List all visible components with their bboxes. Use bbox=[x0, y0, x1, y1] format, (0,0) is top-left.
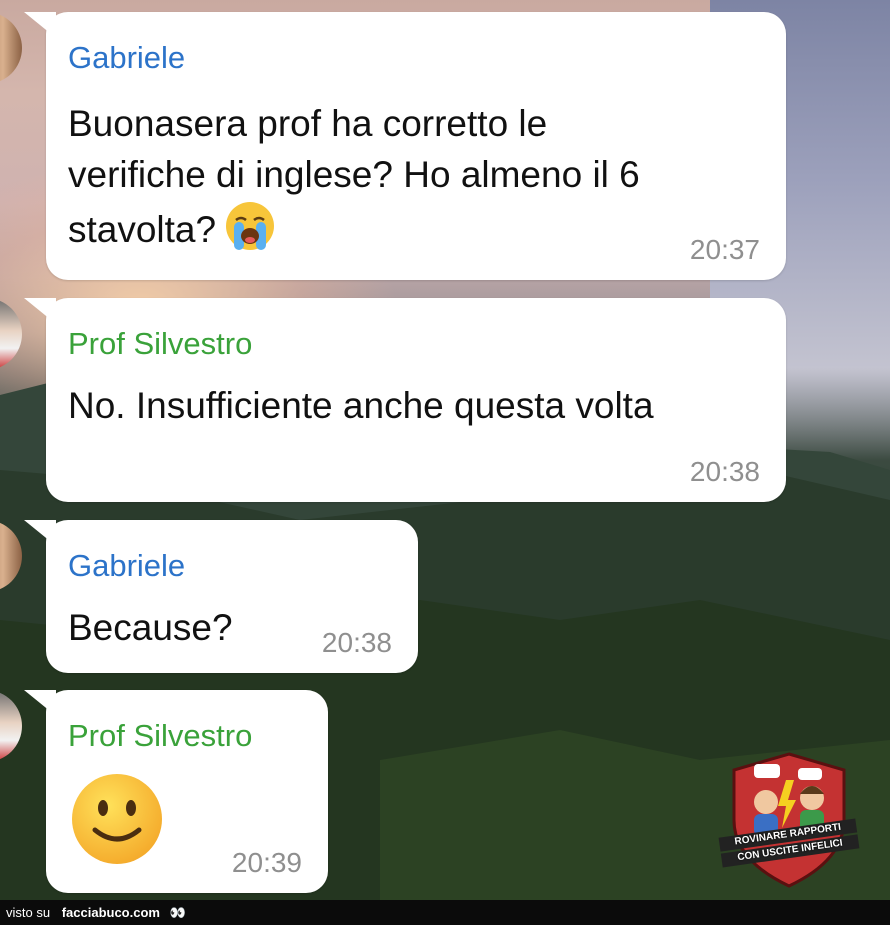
message-timestamp: 20:39 bbox=[231, 847, 302, 878]
loudly-crying-face-icon bbox=[226, 202, 275, 250]
sender-name: Gabriele bbox=[68, 40, 186, 75]
message-bubble-prof-1[interactable]: Prof Silvestro No. Insufficiente anche q… bbox=[24, 298, 786, 502]
message-timestamp: 20:37 bbox=[689, 234, 760, 265]
message-line: Buonasera prof ha corretto le bbox=[68, 103, 548, 144]
bubble-tail bbox=[24, 690, 56, 716]
watermark-logo: ROVINARE RAPPORTI CON USCITE INFELICI bbox=[718, 750, 860, 890]
footer-bar: visto su facciabuco.com 👀 bbox=[0, 900, 890, 925]
sender-name: Prof Silvestro bbox=[68, 326, 253, 361]
sender-name: Gabriele bbox=[68, 548, 186, 583]
eyes-icon: 👀 bbox=[169, 905, 186, 920]
message-line: Because? bbox=[68, 607, 233, 648]
message-timestamp: 20:38 bbox=[689, 456, 760, 487]
sender-name: Prof Silvestro bbox=[68, 718, 253, 753]
message-line-with-emoji: stavolta? bbox=[68, 200, 640, 255]
bubble-tail bbox=[24, 520, 56, 546]
bubble-tail bbox=[24, 12, 56, 38]
message-bubble-gabriele-1[interactable]: Gabriele Buonasera prof ha corretto le v… bbox=[24, 12, 786, 280]
message-bubble-prof-2[interactable]: Prof Silvestro 20:39 bbox=[24, 690, 328, 893]
message-text: No. Insufficiente anche questa volta bbox=[68, 380, 654, 431]
message-bubble-gabriele-2[interactable]: Gabriele Because? 20:38 bbox=[24, 520, 418, 673]
message-timestamp: 20:38 bbox=[321, 627, 392, 658]
message-text: Because? bbox=[68, 602, 233, 653]
slightly-smiling-face-icon bbox=[72, 774, 162, 864]
message-line: verifiche di inglese? Ho almeno il 6 bbox=[68, 154, 640, 195]
footer-site-link[interactable]: facciabuco.com bbox=[62, 905, 160, 920]
bubble-tail bbox=[24, 298, 56, 324]
message-text: Buonasera prof ha corretto le verifiche … bbox=[68, 98, 640, 255]
message-line: No. Insufficiente anche questa volta bbox=[68, 385, 654, 426]
message-line: stavolta? bbox=[68, 209, 217, 250]
footer-prefix: visto su bbox=[6, 905, 51, 920]
